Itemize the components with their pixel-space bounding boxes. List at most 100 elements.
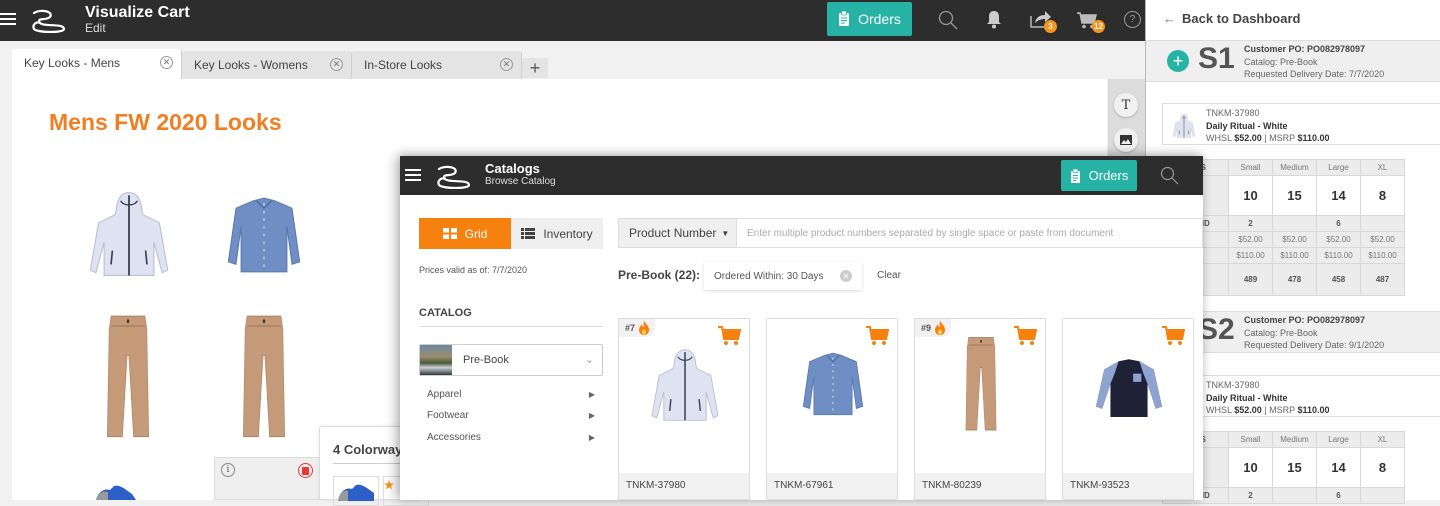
whsl-cell: $52.00 bbox=[1360, 231, 1405, 248]
add-image-button[interactable] bbox=[1114, 128, 1138, 152]
rank-badge: #9 bbox=[915, 319, 952, 337]
list-icon bbox=[521, 228, 536, 239]
brand-logo[interactable] bbox=[30, 9, 66, 33]
fire-icon bbox=[639, 321, 650, 335]
product-image bbox=[651, 348, 719, 422]
image-icon bbox=[1120, 135, 1132, 145]
search-field-select[interactable]: Product Number ▼ bbox=[619, 219, 737, 247]
on-hand-cell bbox=[1360, 215, 1405, 232]
add-to-cart-icon[interactable] bbox=[717, 325, 741, 346]
customer-po: Customer PO: PO082978097 bbox=[1244, 44, 1366, 54]
ats-cell: 478 bbox=[1272, 263, 1317, 296]
clear-filters-link[interactable]: Clear bbox=[877, 270, 901, 281]
catalog-section-title: CATALOG bbox=[419, 307, 472, 319]
category-label: Footwear bbox=[427, 410, 469, 421]
delete-icon[interactable] bbox=[298, 463, 313, 478]
rank-label: #9 bbox=[921, 323, 932, 333]
product-card[interactable]: #9 TNKM-80239 bbox=[914, 318, 1046, 500]
qty-input[interactable]: 15 bbox=[1272, 447, 1317, 488]
grid-icon bbox=[442, 228, 457, 239]
line-item[interactable]: TNKM-37980 Daily Ritual - White WHSL $52… bbox=[1162, 375, 1440, 417]
separator: | bbox=[1264, 133, 1267, 143]
shirt-image[interactable] bbox=[222, 193, 306, 277]
msrp-label: MSRP bbox=[1269, 133, 1295, 143]
close-tab-icon[interactable]: ✕ bbox=[500, 58, 513, 71]
inventory-view-button[interactable]: Inventory bbox=[511, 218, 603, 249]
remove-filter-icon[interactable]: ✕ bbox=[840, 270, 852, 282]
search-field-label: Product Number bbox=[629, 226, 717, 240]
caret-right-icon: ▶ bbox=[588, 411, 595, 420]
whsl-cell: $52.00 bbox=[1272, 231, 1317, 248]
info-icon[interactable]: i bbox=[221, 463, 235, 477]
search-icon[interactable] bbox=[938, 10, 958, 30]
add-tab-button[interactable]: + bbox=[522, 58, 548, 78]
product-card[interactable]: TNKM-67961 bbox=[766, 318, 898, 500]
product-card[interactable]: #7 TNKM-37980 bbox=[618, 318, 750, 500]
tab-in-store-looks[interactable]: In-Store Looks ✕ bbox=[352, 51, 522, 79]
catalog-select[interactable]: Pre-Book ⌄ bbox=[419, 344, 603, 376]
add-text-button[interactable]: T bbox=[1114, 93, 1138, 117]
whsl-label: WHSL bbox=[1206, 405, 1232, 415]
tab-label: Key Looks - Womens bbox=[194, 58, 308, 72]
product-number-input[interactable] bbox=[737, 219, 1202, 247]
share-button[interactable]: 3 bbox=[1030, 10, 1057, 33]
msrp-price: $110.00 bbox=[1297, 133, 1330, 143]
help-icon[interactable]: ? bbox=[1124, 11, 1141, 28]
category-label: Apparel bbox=[427, 389, 462, 400]
add-to-cart-icon[interactable] bbox=[1013, 325, 1037, 346]
search-icon[interactable] bbox=[1160, 166, 1179, 185]
add-shipment-icon[interactable]: + bbox=[1167, 50, 1189, 72]
qty-input[interactable]: 14 bbox=[1316, 175, 1361, 216]
look-item-card[interactable]: i bbox=[214, 457, 324, 500]
canvas-title[interactable]: Mens FW 2020 Looks bbox=[49, 109, 282, 136]
whsl-price: $52.00 bbox=[1234, 133, 1262, 143]
on-hand-cell: 2 bbox=[1228, 487, 1273, 504]
orders-button[interactable]: Orders bbox=[1061, 160, 1137, 191]
caret-right-icon: ▶ bbox=[588, 390, 595, 399]
bell-icon[interactable] bbox=[986, 10, 1002, 29]
prices-valid-note: Prices valid as of: 7/7/2020 bbox=[419, 265, 528, 275]
on-hand-cell bbox=[1272, 487, 1317, 504]
shipment-header-s1[interactable]: + S1 Customer PO: PO082978097 Catalog: P… bbox=[1146, 40, 1440, 82]
qty-input[interactable]: 15 bbox=[1272, 175, 1317, 216]
tab-key-looks-mens[interactable]: Key Looks - Mens ✕ bbox=[12, 49, 182, 79]
tab-key-looks-womens[interactable]: Key Looks - Womens ✕ bbox=[182, 51, 352, 79]
add-to-cart-icon[interactable] bbox=[1161, 325, 1185, 346]
shipment-meta: Customer PO: PO082978097 Catalog: Pre-Bo… bbox=[1244, 43, 1384, 81]
qty-input[interactable]: 10 bbox=[1228, 175, 1273, 216]
menu-icon[interactable] bbox=[405, 169, 421, 181]
qty-input[interactable]: 10 bbox=[1228, 447, 1273, 488]
caret-right-icon: ▶ bbox=[588, 433, 595, 442]
cart-button[interactable]: 12 bbox=[1076, 11, 1106, 33]
filter-chip: Ordered Within: 30 Days ✕ bbox=[704, 262, 862, 290]
close-tab-icon[interactable]: ✕ bbox=[330, 58, 343, 71]
close-tab-icon[interactable]: ✕ bbox=[160, 56, 173, 69]
product-card[interactable]: TNKM-93523 bbox=[1062, 318, 1194, 500]
shoe-image[interactable] bbox=[92, 484, 140, 500]
menu-icon[interactable] bbox=[0, 13, 16, 25]
back-to-dashboard-link[interactable]: ← Back to Dashboard bbox=[1163, 11, 1300, 26]
orders-button[interactable]: Orders bbox=[827, 2, 912, 36]
qty-input[interactable]: 8 bbox=[1360, 447, 1405, 488]
clipboard-icon bbox=[1070, 168, 1080, 183]
product-thumbnail bbox=[1173, 114, 1195, 138]
colorway-thumb[interactable] bbox=[333, 476, 379, 506]
size-header: XL bbox=[1360, 159, 1405, 176]
brand-logo[interactable] bbox=[435, 165, 471, 189]
shipment-meta: Customer PO: PO082978097 Catalog: Pre-Bo… bbox=[1244, 314, 1384, 352]
jacket-image[interactable] bbox=[84, 187, 174, 281]
item-sku: TNKM-37980 bbox=[1206, 108, 1260, 118]
qty-input[interactable]: 8 bbox=[1360, 175, 1405, 216]
category-apparel[interactable]: Apparel ▶ bbox=[427, 389, 595, 400]
pants-image[interactable] bbox=[234, 313, 294, 443]
category-footwear[interactable]: Footwear ▶ bbox=[427, 410, 595, 421]
pants-image[interactable] bbox=[98, 313, 158, 443]
app-header: Visualize Cart Edit Orders 3 12 ? bbox=[0, 0, 1145, 41]
category-accessories[interactable]: Accessories ▶ bbox=[427, 432, 595, 443]
grid-view-button[interactable]: Grid bbox=[419, 218, 511, 249]
line-item[interactable]: TNKM-37980 Daily Ritual - White WHSL $52… bbox=[1162, 103, 1440, 145]
whsl-cell: $52.00 bbox=[1316, 231, 1361, 248]
qty-input[interactable]: 14 bbox=[1316, 447, 1361, 488]
size-header: XL bbox=[1360, 431, 1405, 448]
add-to-cart-icon[interactable] bbox=[865, 325, 889, 346]
